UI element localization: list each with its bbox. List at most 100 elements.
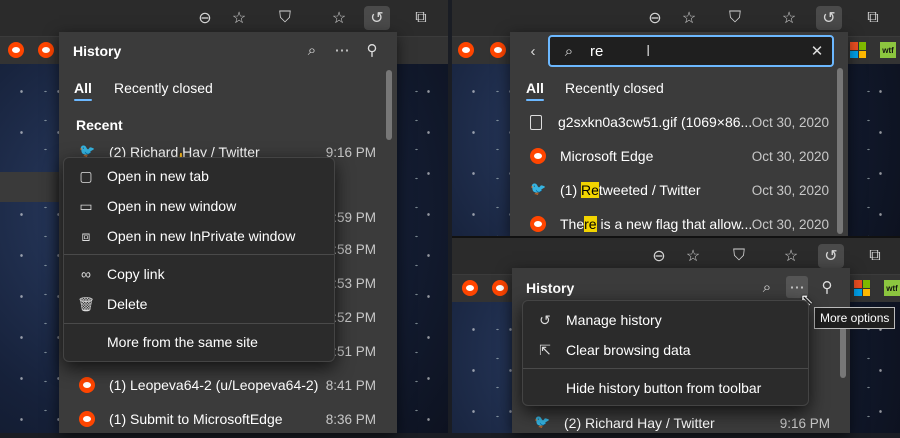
browser-toolbar-left: ⊖ ☆ ⛉ ☆ ↺ ⧉ bbox=[0, 0, 448, 36]
tab-all[interactable]: All bbox=[526, 80, 544, 96]
menu-clear-browsing-data[interactable]: ⇱ Clear browsing data bbox=[523, 335, 808, 365]
row-title: (1) Retweeted / Twitter bbox=[560, 182, 701, 198]
search-input[interactable]: re bbox=[590, 43, 603, 60]
scrollbar-thumb[interactable] bbox=[386, 70, 392, 140]
row-time: 8:36 PM bbox=[325, 411, 376, 427]
row-time: Oct 30, 2020 bbox=[751, 114, 829, 130]
history-row[interactable]: 🐦 (2) Richard Hay / Twitter 9:16 PM bbox=[534, 408, 830, 438]
menu-open-inprivate[interactable]: ⧈ Open in new InPrivate window bbox=[64, 221, 334, 251]
wtf-favicon[interactable]: wtf bbox=[884, 280, 900, 296]
menu-delete[interactable]: 🗑 Delete bbox=[64, 289, 334, 319]
history-context-menu: ▢ Open in new tab ▭ Open in new window ⧈… bbox=[63, 157, 335, 362]
inprivate-window-icon: ⧈ bbox=[81, 227, 91, 244]
menu-open-new-window[interactable]: ▭ Open in new window bbox=[64, 191, 334, 221]
tab-all[interactable]: All bbox=[74, 80, 92, 96]
reddit-favicon[interactable] bbox=[490, 42, 506, 58]
history-button[interactable]: ↺ bbox=[364, 6, 390, 30]
search-icon: ⌕ bbox=[564, 42, 574, 60]
favorite-star-icon[interactable]: ☆ bbox=[680, 244, 706, 268]
section-heading: Recent bbox=[76, 117, 123, 133]
history-button[interactable]: ↺ bbox=[816, 6, 842, 30]
history-row[interactable]: There is a new flag that allow... Oct 30… bbox=[530, 209, 829, 239]
menu-more-from-site[interactable]: More from the same site bbox=[64, 327, 334, 357]
more-options-icon[interactable]: ⋯ bbox=[331, 39, 353, 61]
menu-label: Copy link bbox=[107, 266, 165, 282]
search-icon[interactable]: ⌕ bbox=[756, 276, 778, 298]
reddit-favicon[interactable] bbox=[462, 280, 478, 296]
reddit-favicon[interactable] bbox=[38, 42, 54, 58]
menu-hide-history-button[interactable]: Hide history button from toolbar bbox=[523, 373, 808, 403]
history-row[interactable]: g2sxkn0a3cw51.gif (1069×86... Oct 30, 20… bbox=[528, 107, 829, 137]
trash-icon: 🗑 bbox=[77, 295, 95, 312]
tooltip: More options bbox=[814, 307, 896, 329]
reddit-favicon[interactable] bbox=[492, 280, 508, 296]
favorite-star-icon[interactable]: ☆ bbox=[676, 6, 702, 30]
row-title: (2) Richard Hay / Twitter bbox=[564, 415, 715, 431]
reddit-favicon[interactable] bbox=[8, 42, 24, 58]
ublock-extension-icon[interactable]: ⛉ bbox=[722, 6, 748, 30]
text-cursor-icon: I bbox=[646, 43, 651, 60]
favorites-list-icon[interactable]: ☆ bbox=[778, 244, 804, 268]
collections-icon[interactable]: ⧉ bbox=[860, 6, 886, 30]
history-row[interactable]: (1) Leopeva64-2 (u/Leopeva64-2)... 8:41 … bbox=[79, 370, 376, 400]
menu-label: Hide history button from toolbar bbox=[566, 380, 762, 396]
row-title: g2sxkn0a3cw51.gif (1069×86... bbox=[558, 114, 753, 130]
row-title: (1) Submit to MicrosoftEdge bbox=[109, 411, 283, 427]
menu-divider bbox=[523, 368, 808, 369]
collections-icon[interactable]: ⧉ bbox=[862, 244, 888, 268]
clear-search-icon[interactable]: ✕ bbox=[806, 40, 828, 62]
menu-label: Open in new tab bbox=[107, 168, 209, 184]
history-row[interactable]: (1) Submit to MicrosoftEdge 8:36 PM bbox=[79, 404, 376, 434]
menu-label: Open in new window bbox=[107, 198, 237, 214]
new-window-icon: ▭ bbox=[79, 197, 93, 214]
search-box[interactable]: ⌕ re I ✕ bbox=[548, 35, 834, 67]
collections-icon[interactable]: ⧉ bbox=[408, 6, 434, 30]
ublock-extension-icon[interactable]: ⛉ bbox=[726, 244, 752, 268]
pin-icon[interactable]: ⚲ bbox=[361, 39, 383, 61]
favorites-list-icon[interactable]: ☆ bbox=[326, 6, 352, 30]
page-header-strip bbox=[0, 172, 60, 202]
search-highlight: Re bbox=[581, 182, 599, 198]
menu-copy-link[interactable]: ∞ Copy link bbox=[64, 259, 334, 289]
favorites-list-icon[interactable]: ☆ bbox=[776, 6, 802, 30]
reddit-icon bbox=[79, 411, 95, 427]
history-button[interactable]: ↺ bbox=[818, 244, 844, 268]
zoom-out-icon[interactable]: ⊖ bbox=[646, 244, 672, 268]
panel-title: History bbox=[526, 280, 575, 296]
ublock-extension-icon[interactable]: ⛉ bbox=[272, 6, 298, 30]
microsoft-favicon[interactable] bbox=[854, 280, 870, 296]
favorite-star-icon[interactable]: ☆ bbox=[226, 6, 252, 30]
row-title: There is a new flag that allow... bbox=[560, 216, 752, 232]
search-icon[interactable]: ⌕ bbox=[301, 39, 323, 61]
tab-all-underline bbox=[74, 99, 92, 101]
reddit-icon bbox=[79, 377, 95, 393]
wtf-favicon[interactable]: wtf bbox=[880, 42, 896, 58]
zoom-out-icon[interactable]: ⊖ bbox=[642, 6, 668, 30]
row-title: (1) Leopeva64-2 (u/Leopeva64-2)... bbox=[109, 377, 319, 393]
zoom-out-icon[interactable]: ⊖ bbox=[192, 6, 218, 30]
reddit-icon bbox=[530, 148, 546, 164]
reddit-favicon[interactable] bbox=[458, 42, 474, 58]
scrollbar-thumb[interactable] bbox=[837, 68, 843, 234]
tab-recently-closed[interactable]: Recently closed bbox=[114, 80, 213, 96]
menu-divider bbox=[64, 323, 334, 324]
history-row[interactable]: 🐦 (1) Retweeted / Twitter Oct 30, 2020 bbox=[530, 175, 829, 205]
back-arrow-icon[interactable]: ‹ bbox=[522, 40, 544, 62]
panel-title: History bbox=[73, 43, 122, 59]
new-tab-icon: ▢ bbox=[79, 167, 93, 184]
reddit-icon bbox=[530, 216, 546, 232]
menu-open-new-tab[interactable]: ▢ Open in new tab bbox=[64, 161, 334, 191]
menu-manage-history[interactable]: ↺ Manage history bbox=[523, 305, 808, 335]
row-time: 9:16 PM bbox=[779, 415, 830, 431]
external-link-icon: ⇱ bbox=[539, 341, 551, 358]
search-highlight: re bbox=[584, 216, 597, 232]
more-options-menu: ↺ Manage history ⇱ Clear browsing data H… bbox=[522, 300, 809, 406]
history-row[interactable]: Microsoft Edge Oct 30, 2020 bbox=[530, 141, 829, 171]
pin-icon[interactable]: ⚲ bbox=[816, 276, 838, 298]
browser-toolbar-right-top: ⊖ ☆ ⛉ ☆ ↺ ⧉ bbox=[452, 0, 900, 36]
twitter-icon: 🐦 bbox=[534, 414, 551, 429]
menu-label: More from the same site bbox=[107, 334, 258, 350]
history-search-panel: ‹ ⌕ re I ✕ All Recently closed g2sxkn0a3… bbox=[510, 32, 848, 236]
tab-recently-closed[interactable]: Recently closed bbox=[565, 80, 664, 96]
microsoft-favicon[interactable] bbox=[850, 42, 866, 58]
